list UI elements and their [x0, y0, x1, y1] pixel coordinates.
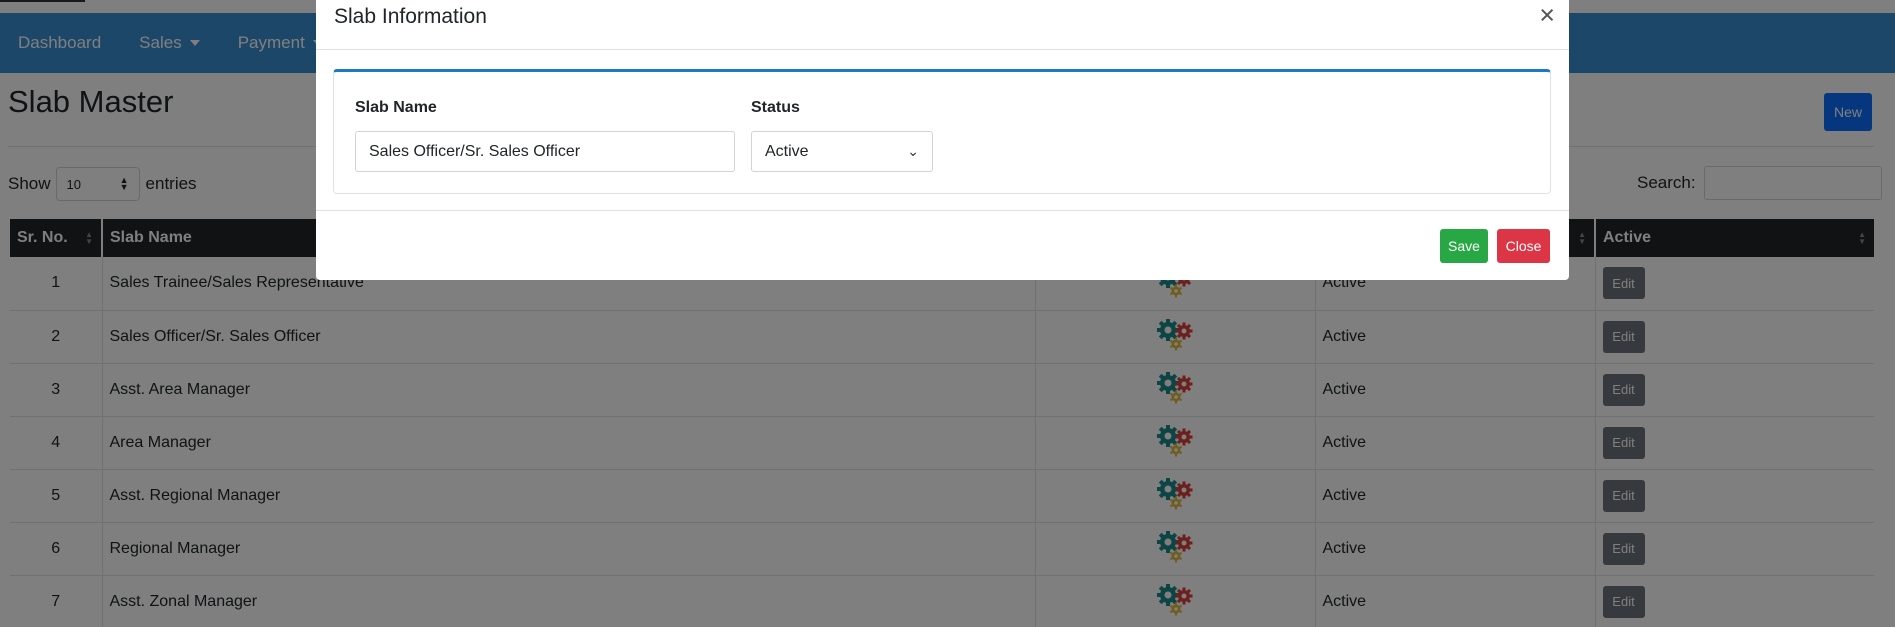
slab-form-card: Slab Name Sales Officer/Sr. Sales Office…: [333, 69, 1551, 194]
chevron-down-icon: ⌄: [907, 143, 919, 159]
slab-name-value: Sales Officer/Sr. Sales Officer: [369, 142, 581, 160]
status-label: Status: [751, 99, 800, 116]
modal-footer-divider: [316, 210, 1569, 211]
close-icon[interactable]: ×: [1539, 0, 1555, 31]
slab-name-input[interactable]: Sales Officer/Sr. Sales Officer: [355, 131, 735, 172]
status-value: Active: [765, 142, 809, 160]
save-button[interactable]: Save: [1440, 229, 1488, 263]
slab-name-label: Slab Name: [355, 99, 437, 116]
slab-info-modal: Slab Information × Slab Name Sales Offic…: [316, 0, 1569, 280]
modal-header: Slab Information ×: [316, 0, 1569, 50]
status-select[interactable]: Active ⌄: [751, 131, 933, 172]
close-button[interactable]: Close: [1497, 229, 1550, 263]
modal-title: Slab Information: [334, 5, 487, 28]
